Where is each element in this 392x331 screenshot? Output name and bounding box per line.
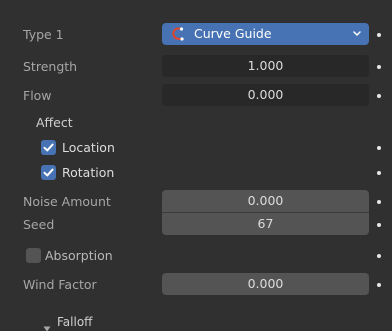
location-checkbox[interactable] [41, 140, 56, 155]
location-row: Location [0, 136, 392, 159]
falloff-subpanel-header[interactable]: Falloff [0, 313, 392, 331]
flow-field[interactable]: 0.000 [162, 84, 369, 106]
seed-field[interactable]: 67 [162, 213, 369, 235]
strength-row: Strength 1.000 [0, 55, 392, 78]
rotation-checkbox[interactable] [41, 165, 56, 180]
seed-label: Seed [23, 217, 55, 232]
type-row: Type 1 Curve Guide [0, 23, 392, 46]
keyframe-dot-icon[interactable] [377, 33, 381, 37]
rotation-row: Rotation [0, 161, 392, 184]
flow-row: Flow 0.000 [0, 84, 392, 107]
strength-label: Strength [23, 59, 78, 74]
noise-amount-field[interactable]: 0.000 [162, 190, 369, 212]
disclosure-triangle-icon [43, 318, 51, 331]
wind-factor-field[interactable]: 0.000 [162, 273, 369, 295]
strength-field[interactable]: 1.000 [162, 55, 369, 77]
absorption-label[interactable]: Absorption [45, 244, 113, 267]
falloff-label: Falloff [57, 315, 93, 329]
keyframe-dot-icon[interactable] [377, 254, 381, 258]
keyframe-dot-icon[interactable] [377, 200, 381, 204]
checkmark-icon [43, 168, 54, 177]
keyframe-dot-icon[interactable] [377, 146, 381, 150]
keyframe-dot-icon[interactable] [377, 283, 381, 287]
affect-heading-row: Affect [0, 111, 392, 134]
absorption-checkbox[interactable] [26, 248, 41, 263]
keyframe-dot-icon[interactable] [377, 171, 381, 175]
type-value: Curve Guide [194, 26, 272, 41]
noise-amount-label: Noise Amount [23, 194, 111, 209]
location-label[interactable]: Location [62, 136, 115, 159]
flow-label: Flow [23, 88, 52, 103]
seed-row: Seed 67 [0, 213, 392, 236]
keyframe-dot-icon[interactable] [377, 65, 381, 69]
type-label: Type 1 [23, 27, 64, 42]
noise-amount-row: Noise Amount 0.000 [0, 190, 392, 213]
keyframe-dot-icon[interactable] [377, 223, 381, 227]
rotation-label[interactable]: Rotation [62, 161, 114, 184]
absorption-row: Absorption [0, 244, 392, 267]
keyframe-dot-icon[interactable] [377, 94, 381, 98]
wind-factor-row: Wind Factor 0.000 [0, 273, 392, 296]
checkmark-icon [43, 143, 54, 152]
affect-heading: Affect [36, 115, 73, 130]
type-dropdown[interactable]: Curve Guide [162, 23, 369, 45]
force-field-settings-panel: Type 1 Curve Guide Strength 1.000 Flow 0… [0, 0, 392, 331]
wind-factor-label: Wind Factor [23, 277, 97, 292]
curve-guide-icon [171, 26, 185, 42]
chevron-down-icon [352, 23, 362, 52]
